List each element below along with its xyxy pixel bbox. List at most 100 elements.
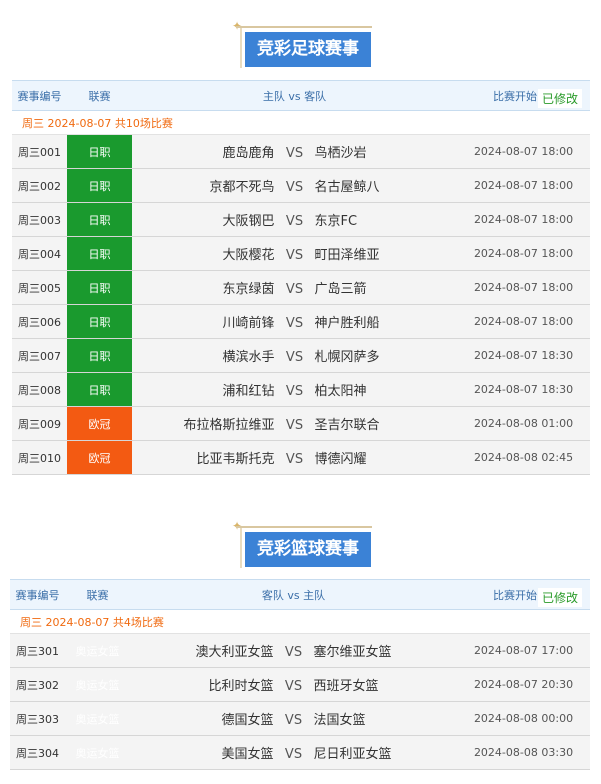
league-badge[interactable]: 日职 [67,338,132,373]
match-id: 周三004 [12,236,67,271]
team-second[interactable]: 东京FC [315,210,455,229]
col-header-teams: 主队 vs 客队 [132,80,457,111]
league-badge[interactable]: 日职 [67,202,132,237]
match-teams[interactable]: 横滨水手 VS 札幌冈萨多 [132,338,457,373]
team-first[interactable]: 布拉格斯拉维亚 [135,414,274,433]
league-badge[interactable]: 日职 [67,134,132,169]
match-time: 2024-08-07 18:00 [457,236,590,271]
team-second[interactable]: 柏太阳神 [315,380,455,399]
match-id: 周三006 [12,304,67,339]
league-badge[interactable]: 奥运女篮 [65,735,130,770]
match-row[interactable]: 周三001 日职 鹿岛鹿角 VS 鸟栖沙岩 2024-08-07 18:00 [12,134,590,169]
team-first[interactable]: 京都不死鸟 [135,176,274,195]
team-second[interactable]: 圣吉尔联合 [315,414,455,433]
match-row[interactable]: 周三005 日职 东京绿茵 VS 广岛三箭 2024-08-07 18:00 [12,270,590,305]
match-teams[interactable]: 浦和红钻 VS 柏太阳神 [132,372,457,407]
team-first[interactable]: 横滨水手 [135,346,274,365]
match-id: 周三003 [12,202,67,237]
match-row[interactable]: 周三003 日职 大阪钢巴 VS 东京FC 2024-08-07 18:00 [12,202,590,237]
football-title: 竞彩足球赛事 [245,32,371,67]
league-badge[interactable]: 欧冠 [67,406,132,441]
match-row[interactable]: 周三010 欧冠 比亚韦斯托克 VS 博德闪耀 2024-08-08 02:45 [12,440,590,475]
team-second[interactable]: 名古屋鲸八 [315,176,455,195]
team-second[interactable]: 町田泽维亚 [315,244,455,263]
team-first[interactable]: 大阪钢巴 [135,210,274,229]
match-id: 周三301 [10,633,65,668]
match-row[interactable]: 周三304 奥运女篮 美国女篮 VS 尼日利亚女篮 2024-08-08 03:30 [10,735,590,770]
team-second[interactable]: 札幌冈萨多 [315,346,455,365]
league-badge[interactable]: 奥运女篮 [65,667,130,702]
match-teams[interactable]: 大阪钢巴 VS 东京FC [132,202,457,237]
vs-label: VS [285,248,304,263]
team-first[interactable]: 东京绿茵 [135,278,274,297]
match-teams[interactable]: 比亚韦斯托克 VS 博德闪耀 [132,440,457,475]
match-teams[interactable]: 比利时女篮 VS 西班牙女篮 [130,667,457,702]
team-first[interactable]: 美国女篮 [134,743,273,762]
league-badge[interactable]: 日职 [67,372,132,407]
team-first[interactable]: 川崎前锋 [135,312,274,331]
match-time: 2024-08-08 01:00 [457,406,590,441]
team-second[interactable]: 神户胜利船 [315,312,455,331]
col-header-id: 赛事编号 [12,80,67,111]
match-teams[interactable]: 川崎前锋 VS 神户胜利船 [132,304,457,339]
league-badge[interactable]: 奥运女篮 [65,633,130,668]
match-id: 周三002 [12,168,67,203]
col-header-time: 比赛开始 已修改 [457,80,590,111]
match-time: 2024-08-07 18:00 [457,202,590,237]
match-id: 周三009 [12,406,67,441]
match-time: 2024-08-08 00:00 [457,701,590,736]
league-badge[interactable]: 日职 [67,304,132,339]
team-first[interactable]: 澳大利亚女篮 [134,641,273,660]
match-time: 2024-08-07 18:00 [457,168,590,203]
match-row[interactable]: 周三009 欧冠 布拉格斯拉维亚 VS 圣吉尔联合 2024-08-08 01:00 [12,406,590,441]
match-time: 2024-08-07 18:30 [457,338,590,373]
vs-label: VS [285,282,304,297]
col-header-time: 比赛开始 已修改 [457,579,590,610]
football-table: 赛事编号 联赛 主队 vs 客队 比赛开始 已修改 周三 2024-08-07 … [12,80,590,475]
match-row[interactable]: 周三302 奥运女篮 比利时女篮 VS 西班牙女篮 2024-08-07 20:30 [10,667,590,702]
basketball-title-wrap: ✦ 竞彩篮球赛事 [0,516,601,576]
match-row[interactable]: 周三002 日职 京都不死鸟 VS 名古屋鲸八 2024-08-07 18:00 [12,168,590,203]
team-second[interactable]: 西班牙女篮 [314,675,454,694]
col-header-league: 联赛 [65,579,130,610]
match-row[interactable]: 周三006 日职 川崎前锋 VS 神户胜利船 2024-08-07 18:00 [12,304,590,339]
match-teams[interactable]: 东京绿茵 VS 广岛三箭 [132,270,457,305]
match-teams[interactable]: 美国女篮 VS 尼日利亚女篮 [130,735,457,770]
match-teams[interactable]: 澳大利亚女篮 VS 塞尔维亚女篮 [130,633,457,668]
vs-label: VS [284,713,303,728]
match-teams[interactable]: 大阪樱花 VS 町田泽维亚 [132,236,457,271]
day-row: 周三 2024-08-07 共4场比赛 [10,609,590,634]
match-id: 周三007 [12,338,67,373]
match-teams[interactable]: 德国女篮 VS 法国女篮 [130,701,457,736]
match-id: 周三302 [10,667,65,702]
team-first[interactable]: 大阪樱花 [135,244,274,263]
team-second[interactable]: 广岛三箭 [315,278,455,297]
match-row[interactable]: 周三303 奥运女篮 德国女篮 VS 法国女篮 2024-08-08 00:00 [10,701,590,736]
team-second[interactable]: 尼日利亚女篮 [314,743,454,762]
league-badge[interactable]: 日职 [67,270,132,305]
league-badge[interactable]: 日职 [67,168,132,203]
match-row[interactable]: 周三008 日职 浦和红钻 VS 柏太阳神 2024-08-07 18:30 [12,372,590,407]
team-first[interactable]: 比利时女篮 [134,675,273,694]
team-first[interactable]: 鹿岛鹿角 [135,142,274,161]
match-teams[interactable]: 鹿岛鹿角 VS 鸟栖沙岩 [132,134,457,169]
team-first[interactable]: 比亚韦斯托克 [135,448,274,467]
team-first[interactable]: 德国女篮 [134,709,273,728]
match-teams[interactable]: 京都不死鸟 VS 名古屋鲸八 [132,168,457,203]
match-row[interactable]: 周三301 奥运女篮 澳大利亚女篮 VS 塞尔维亚女篮 2024-08-07 17:00 [10,633,590,668]
match-row[interactable]: 周三004 日职 大阪樱花 VS 町田泽维亚 2024-08-07 18:00 [12,236,590,271]
vs-label: VS [285,146,304,161]
match-row[interactable]: 周三007 日职 横滨水手 VS 札幌冈萨多 2024-08-07 18:30 [12,338,590,373]
modified-label[interactable]: 已修改 [537,89,582,108]
football-title-wrap: ✦ 竞彩足球赛事 [0,16,601,76]
league-badge[interactable]: 奥运女篮 [65,701,130,736]
match-teams[interactable]: 布拉格斯拉维亚 VS 圣吉尔联合 [132,406,457,441]
team-second[interactable]: 博德闪耀 [315,448,455,467]
league-badge[interactable]: 欧冠 [67,440,132,475]
modified-label[interactable]: 已修改 [537,588,582,607]
team-first[interactable]: 浦和红钻 [135,380,274,399]
team-second[interactable]: 鸟栖沙岩 [315,142,455,161]
team-second[interactable]: 法国女篮 [314,709,454,728]
team-second[interactable]: 塞尔维亚女篮 [314,641,454,660]
league-badge[interactable]: 日职 [67,236,132,271]
